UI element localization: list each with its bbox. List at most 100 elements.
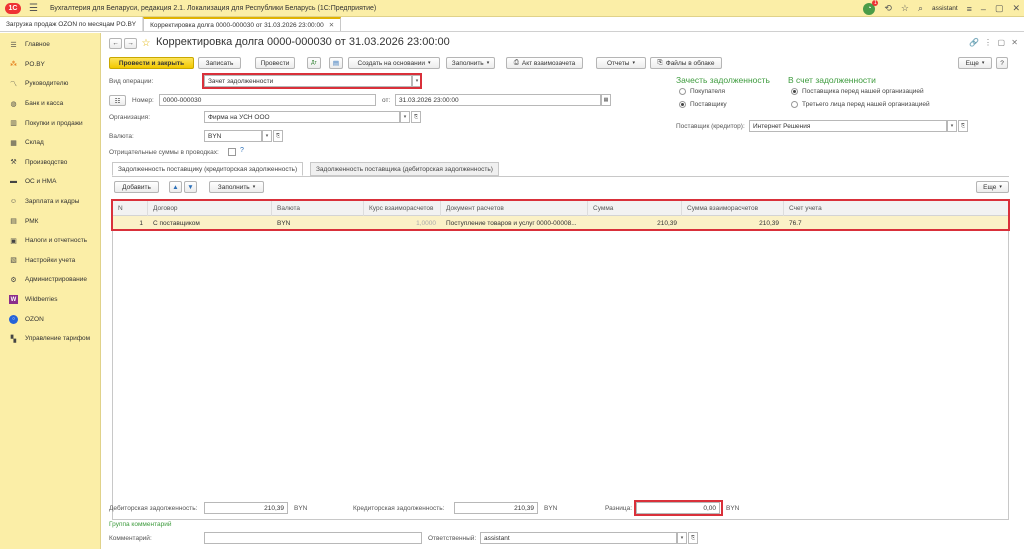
post-and-close-button[interactable]: Провести и закрыть xyxy=(109,57,194,69)
supplier-field[interactable]: Интернет Решения xyxy=(749,120,947,132)
difference-currency: BYN xyxy=(726,505,740,512)
currency-open-button[interactable]: ⎘ xyxy=(273,130,283,142)
responsible-label: Ответственный: xyxy=(428,535,477,542)
chevron-down-icon: ▾ xyxy=(265,133,269,139)
maximize-icon[interactable]: ▢ xyxy=(995,3,1004,14)
people-icon: ☺ xyxy=(9,198,18,206)
favorite-star-icon[interactable]: ☆ xyxy=(140,38,152,49)
close-icon[interactable]: ✕ xyxy=(1012,3,1020,14)
date-field[interactable]: 31.03.2026 23:00:00 xyxy=(395,94,601,106)
organization-dropdown[interactable]: ▾ xyxy=(400,111,410,123)
star-icon[interactable]: ☆ xyxy=(901,3,909,14)
radio-icon xyxy=(791,101,798,108)
title-bar: 1С ☰ Бухгалтерия для Беларуси, редакция … xyxy=(0,0,1024,17)
post-button[interactable]: Провести xyxy=(255,57,295,69)
help-icon[interactable]: ? xyxy=(240,147,244,154)
sidebar-item-assets[interactable]: ▬ ОС и НМА xyxy=(0,172,100,192)
tab-creditor-debt[interactable]: Задолженность поставщику (кредиторская з… xyxy=(112,162,304,176)
supplier-dropdown[interactable]: ▾ xyxy=(947,120,957,132)
window-tab-debt-adjustment[interactable]: Корректировка долга 0000-000030 от 31.03… xyxy=(143,17,342,31)
sidebar-item-purchases-sales[interactable]: ▥ Покупки и продажи xyxy=(0,113,100,133)
tab-debtor-debt[interactable]: Задолженность поставщика (дебиторская за… xyxy=(310,162,499,176)
create-based-button[interactable]: Создать на основании ▾ xyxy=(348,57,440,69)
number-field[interactable]: 0000-000030 xyxy=(159,94,376,106)
maximize-form-icon[interactable]: ▢ xyxy=(997,38,1005,47)
save-button[interactable]: Записать xyxy=(198,57,241,69)
account-radio-third-party[interactable]: Третьего лица перед нашей организацией xyxy=(791,101,930,108)
move-up-button[interactable]: ▲ xyxy=(169,181,182,193)
user-name[interactable]: assistant xyxy=(932,5,958,12)
sidebar-item-bank[interactable]: ◍ Банк и касса xyxy=(0,94,100,114)
debit-credit-button[interactable]: Дт xyxy=(307,57,321,69)
sidebar-item-accounting-settings[interactable]: ▧ Настройки учета xyxy=(0,251,100,271)
organization-field[interactable]: Фирма на УСН ООО xyxy=(204,111,400,123)
organization-open-button[interactable]: ⎘ xyxy=(411,111,421,123)
menu-icon[interactable]: ☰ xyxy=(29,3,38,14)
bank-icon: ◍ xyxy=(10,100,17,108)
offset-radio-supplier[interactable]: Поставщику xyxy=(679,101,727,108)
sidebar-item-poby[interactable]: ⁂ PO.BY xyxy=(0,55,100,75)
move-down-button[interactable]: ▼ xyxy=(184,181,197,193)
search-icon[interactable]: ⌕ xyxy=(918,3,923,14)
structure-button[interactable]: ▤ xyxy=(329,57,343,69)
cart-icon: ▥ xyxy=(10,120,17,128)
close-tab-icon[interactable]: ✕ xyxy=(329,21,334,29)
link-icon: ⎘ xyxy=(690,535,695,541)
assets-icon: ▬ xyxy=(10,178,17,186)
window-tab-ozon-import[interactable]: Загрузка продаж OZON по месяцам PO.BY xyxy=(0,17,144,31)
currency-dropdown[interactable]: ▾ xyxy=(262,130,272,142)
offset-radio-buyer[interactable]: Покупателя xyxy=(679,88,725,95)
sidebar-item-tariff[interactable]: ▚ Управление тарифом xyxy=(0,329,100,349)
comments-group-link[interactable]: Группа комментарий xyxy=(109,521,171,528)
calendar-icon: ▦ xyxy=(603,97,609,103)
numbering-button[interactable]: ☷ xyxy=(109,95,126,106)
comment-field[interactable] xyxy=(204,532,422,544)
table-fill-button[interactable]: Заполнить ▾ xyxy=(209,181,264,193)
organization-label: Организация: xyxy=(109,114,151,121)
number-label: Номер: xyxy=(132,97,154,104)
cloud-files-button[interactable]: ⎘ Файлы в облаке xyxy=(650,57,722,69)
sidebar-item-ozon[interactable]: ○ OZON xyxy=(0,309,100,329)
comment-label: Комментарий: xyxy=(109,535,152,542)
fill-button[interactable]: Заполнить ▾ xyxy=(446,57,495,69)
settings-menu-icon[interactable]: ≡ xyxy=(967,4,972,14)
currency-field[interactable]: BYN xyxy=(204,130,262,142)
more-button[interactable]: Еще ▾ xyxy=(958,57,992,69)
gear-icon: ⚙ xyxy=(10,276,17,284)
reports-button[interactable]: Отчеты ▾ xyxy=(596,57,646,69)
negative-sums-checkbox[interactable] xyxy=(228,148,236,156)
back-button[interactable]: ← xyxy=(109,38,122,49)
offset-act-button[interactable]: ⎙ Акт взаимозачета xyxy=(506,57,583,69)
operation-type-label: Вид операции: xyxy=(109,78,154,85)
account-radio-supplier[interactable]: Поставщика перед нашей организацией xyxy=(791,88,924,95)
more-menu-icon[interactable]: ⋮ xyxy=(984,38,992,47)
responsible-field[interactable]: assistant xyxy=(480,532,677,544)
table-more-button[interactable]: Еще ▾ xyxy=(976,181,1009,193)
sidebar-item-warehouse[interactable]: ▦ Склад xyxy=(0,133,100,153)
calendar-button[interactable]: ▦ xyxy=(601,94,611,106)
chevron-down-icon: ▾ xyxy=(680,535,684,541)
window-tabs: Загрузка продаж OZON по месяцам PO.BY Ко… xyxy=(0,17,1024,32)
date-label: от: xyxy=(382,97,391,104)
sidebar-item-taxes[interactable]: ▣ Налоги и отчетность xyxy=(0,231,100,251)
link-icon[interactable]: 🔗 xyxy=(969,38,979,47)
sidebar-item-director[interactable]: 〽 Руководителю xyxy=(0,74,100,94)
sidebar-item-main[interactable]: ☰ Главное xyxy=(0,35,100,55)
sidebar-item-production[interactable]: ⚒ Производство xyxy=(0,153,100,173)
help-button[interactable]: ? xyxy=(996,57,1008,69)
forward-button[interactable]: → xyxy=(124,38,137,49)
close-form-icon[interactable]: ✕ xyxy=(1011,38,1018,47)
responsible-open-button[interactable]: ⎘ xyxy=(688,532,698,544)
add-row-button[interactable]: Добавить xyxy=(114,181,159,193)
debit-currency: BYN xyxy=(294,505,308,512)
sidebar-item-administration[interactable]: ⚙ Администрирование xyxy=(0,270,100,290)
supplier-open-button[interactable]: ⎘ xyxy=(958,120,968,132)
history-icon[interactable]: ⟲ xyxy=(884,3,892,14)
notifications-icon[interactable]: ◔ 1 xyxy=(863,0,879,15)
sidebar-item-rmk[interactable]: ▤ РМК xyxy=(0,211,100,231)
minimize-icon[interactable]: – xyxy=(981,4,986,14)
sidebar-item-salary[interactable]: ☺ Зарплата и кадры xyxy=(0,192,100,212)
chevron-down-icon: ▾ xyxy=(981,60,985,66)
responsible-dropdown[interactable]: ▾ xyxy=(677,532,687,544)
sidebar-item-wildberries[interactable]: W Wildberries xyxy=(0,290,100,310)
